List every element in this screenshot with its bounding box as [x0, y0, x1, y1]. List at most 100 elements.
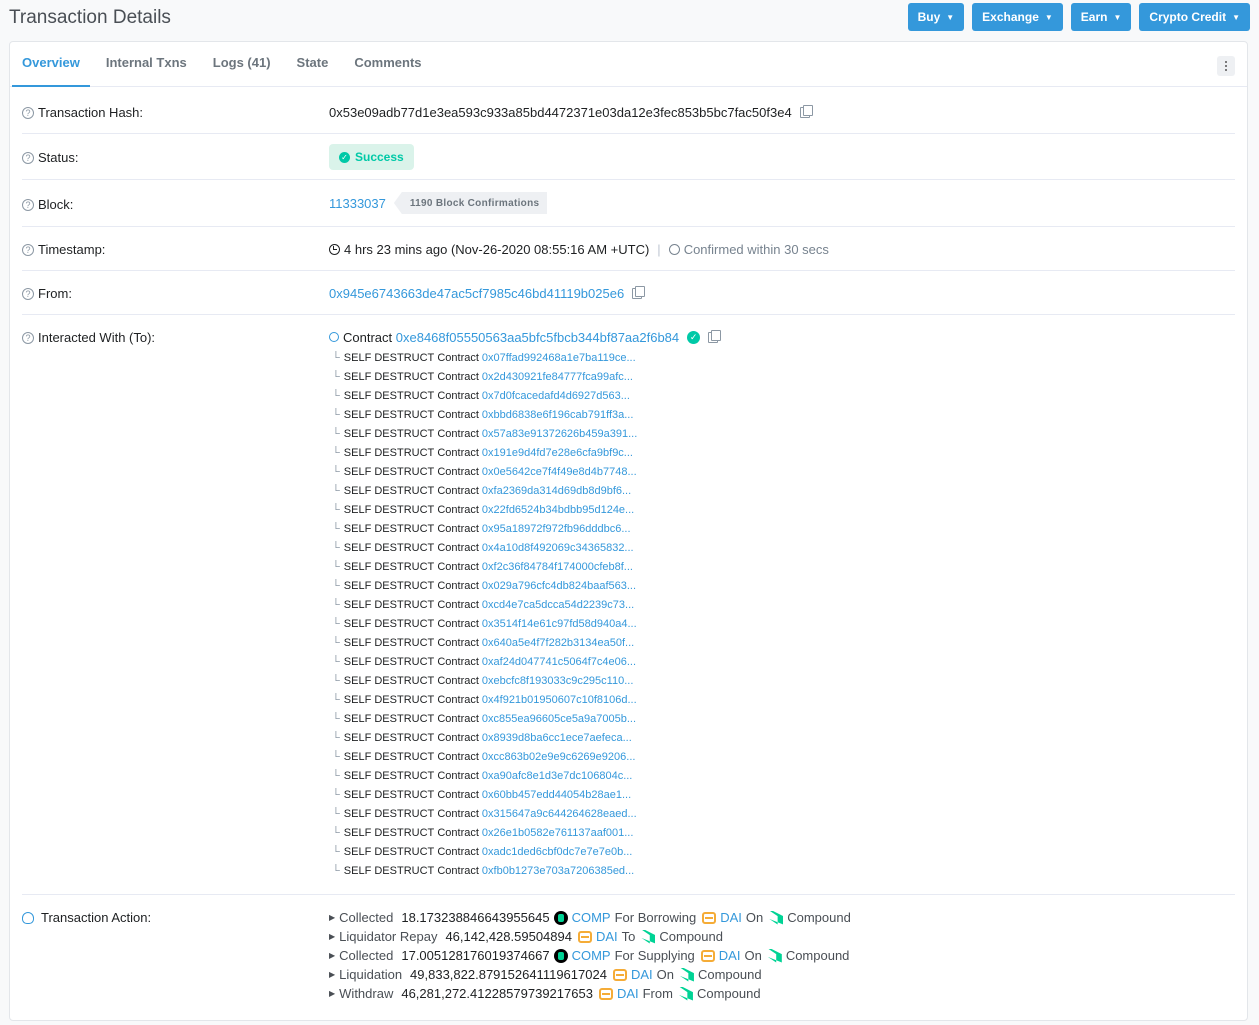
- contract-word: Contract: [437, 693, 479, 706]
- self-destruct-address-link[interactable]: 0x95a18972f972fb96dddbc6...: [482, 523, 631, 535]
- from-address-link[interactable]: 0x945e6743663de47ac5cf7985c46bd41119b025…: [329, 286, 624, 301]
- help-icon[interactable]: ?: [22, 106, 34, 119]
- block-confirmations-badge: 1190 Block Confirmations: [393, 192, 548, 214]
- help-icon[interactable]: ?: [22, 151, 34, 164]
- tree-branch-icon: └: [332, 712, 340, 725]
- tree-branch-icon: └: [332, 674, 340, 687]
- token-link[interactable]: DAI: [617, 986, 639, 1001]
- self-destruct-address-link[interactable]: 0xc855ea96605ce5a9a7005b...: [482, 713, 636, 725]
- help-icon[interactable]: ?: [22, 287, 34, 300]
- tree-branch-icon: └: [332, 864, 340, 877]
- contract-word: Contract: [437, 408, 479, 421]
- self-destruct-label: SELF DESTRUCT: [343, 769, 435, 782]
- self-destruct-item: └ SELF DESTRUCT Contract 0xaf24d047741c506…: [329, 652, 718, 671]
- token-link[interactable]: COMP: [572, 948, 611, 963]
- copy-icon[interactable]: [632, 286, 646, 299]
- self-destruct-address-link[interactable]: 0xcc863b02e9e9c6269e9206...: [482, 751, 636, 763]
- self-destruct-address-link[interactable]: 0xbbd6838e6f196cab791ff3a...: [482, 409, 634, 421]
- help-icon[interactable]: ?: [22, 198, 34, 211]
- contract-address-link[interactable]: 0xe8468f05550563aa5bfc5fbcb344bf87aa2f6b…: [396, 330, 679, 345]
- self-destruct-address-link[interactable]: 0x60bb457edd44054b28ae1...: [482, 789, 631, 801]
- help-icon[interactable]: ?: [22, 243, 34, 256]
- tab-overview[interactable]: Overview: [12, 42, 90, 87]
- self-destruct-address-link[interactable]: 0xf2c36f84784f174000cfeb8f...: [482, 561, 633, 573]
- self-destruct-address-link[interactable]: 0x4a10d8f492069c34365832...: [482, 542, 634, 554]
- action-text: For Supplying: [614, 948, 695, 963]
- self-destruct-address-link[interactable]: 0x315647a9c644264628eaed...: [482, 808, 637, 820]
- self-destruct-item: └ SELF DESTRUCT Contract 0x191e9d4fd7e28e6…: [329, 443, 718, 462]
- action-text: For Borrowing: [614, 910, 697, 925]
- copy-icon[interactable]: [799, 105, 813, 118]
- copy-icon[interactable]: [708, 329, 722, 343]
- exchange-button[interactable]: Exchange ▼: [972, 3, 1063, 31]
- tab-logs[interactable]: Logs (41): [203, 42, 281, 87]
- tab-comments[interactable]: Comments: [344, 42, 431, 87]
- self-destruct-address-link[interactable]: 0x029a796cfc4db824baaf563...: [482, 580, 636, 592]
- status-text: Success: [355, 150, 404, 164]
- self-destruct-address-link[interactable]: 0x26e1b0582e761137aaf001...: [482, 827, 634, 839]
- self-destruct-label: SELF DESTRUCT: [343, 750, 435, 763]
- self-destruct-address-link[interactable]: 0x8939d8ba6cc1ece7aefeca...: [482, 732, 632, 744]
- self-destruct-item: └ SELF DESTRUCT Contract 0xebcfc8f193033c9…: [329, 671, 718, 690]
- tab-state[interactable]: State: [287, 42, 339, 87]
- self-destruct-item: └ SELF DESTRUCT Contract 0xa90afc8e1d3e7dc…: [329, 766, 718, 785]
- self-destruct-label: SELF DESTRUCT: [343, 541, 435, 554]
- self-destruct-address-link[interactable]: 0xa90afc8e1d3e7dc106804c...: [482, 770, 632, 782]
- self-destruct-address-link[interactable]: 0x22fd6524b34bdbb95d124e...: [482, 504, 634, 516]
- self-destruct-address-link[interactable]: 0x57a83e91372626b459a391...: [482, 428, 637, 440]
- action-text: Compound: [785, 948, 850, 963]
- help-icon[interactable]: ?: [22, 331, 34, 344]
- confirmed-within: Confirmed within 30 secs: [683, 242, 829, 257]
- self-destruct-address-link[interactable]: 0xebcfc8f193033c9c295c110...: [482, 675, 633, 687]
- timer-icon: [668, 244, 680, 255]
- timestamp-value-wrap: 4 hrs 23 mins ago (Nov-26-2020 08:55:16 …: [329, 242, 829, 257]
- self-destruct-item: └ SELF DESTRUCT Contract 0xc855ea96605ce5a…: [329, 709, 718, 728]
- status-row: ? Status: ✓ Success: [22, 134, 1235, 180]
- self-destruct-address-link[interactable]: 0x191e9d4fd7e28e6cfa9bf9c...: [482, 447, 633, 459]
- tree-branch-icon: └: [332, 351, 340, 364]
- self-destruct-address-link[interactable]: 0x7d0fcacedafd4d6927d563...: [482, 390, 630, 402]
- more-options-icon[interactable]: [1217, 56, 1235, 76]
- crypto-credit-button[interactable]: Crypto Credit ▼: [1139, 3, 1250, 31]
- self-destruct-label: SELF DESTRUCT: [343, 788, 435, 801]
- comp-icon: [553, 948, 568, 963]
- tab-internal-txns[interactable]: Internal Txns: [96, 42, 197, 87]
- token-link[interactable]: DAI: [720, 910, 742, 925]
- contract-tree: Contract 0xe8468f05550563aa5bfc5fbcb344b…: [329, 328, 722, 880]
- token-link[interactable]: COMP: [572, 910, 611, 925]
- self-destruct-address-link[interactable]: 0x07ffad992468a1e7ba119ce...: [482, 352, 636, 364]
- contract-word: Contract: [437, 541, 479, 554]
- self-destruct-address-link[interactable]: 0x3514f14e61c97fd58d940a4...: [482, 618, 637, 630]
- contract-word: Contract: [437, 503, 479, 516]
- caret-right-icon: ▶: [329, 951, 336, 960]
- tree-branch-icon: └: [332, 389, 340, 402]
- tree-branch-icon: └: [332, 503, 340, 516]
- self-destruct-address-link[interactable]: 0x0e5642ce7f4f49e8d4b7748...: [482, 466, 637, 478]
- self-destruct-address-link[interactable]: 0x640a5e4f7f282b3134ea50f...: [482, 637, 634, 649]
- self-destruct-label: SELF DESTRUCT: [343, 408, 435, 421]
- earn-button[interactable]: Earn ▼: [1070, 3, 1132, 31]
- action-amount: 46,142,428.59504894: [445, 929, 572, 944]
- block-number-link[interactable]: 11333037: [329, 196, 386, 211]
- token-link[interactable]: DAI: [719, 948, 741, 963]
- self-destruct-item: └ SELF DESTRUCT Contract 0x4f921b01950607c…: [329, 690, 718, 709]
- self-destruct-item: └ SELF DESTRUCT Contract 0x22fd6524b34bdbb…: [329, 500, 718, 519]
- separator: |: [657, 242, 661, 257]
- self-destruct-label: SELF DESTRUCT: [343, 465, 435, 478]
- token-link[interactable]: DAI: [631, 967, 653, 982]
- self-destruct-address-link[interactable]: 0xaf24d047741c5064f7c4e06...: [482, 656, 636, 668]
- self-destruct-address-link[interactable]: 0xfb0b1273e703a7206385ed...: [482, 865, 634, 877]
- tx-hash-label-wrap: ? Transaction Hash:: [22, 105, 143, 120]
- buy-button[interactable]: Buy ▼: [907, 3, 965, 31]
- self-destruct-address-link[interactable]: 0x4f921b01950607c10f8106d...: [482, 694, 637, 706]
- token-link[interactable]: DAI: [596, 929, 618, 944]
- self-destruct-address-link[interactable]: 0xadc1ded6cbf0dc7e7e7e0b...: [482, 846, 632, 858]
- self-destruct-address-link[interactable]: 0xfa2369da314d69db8d9bf6...: [482, 485, 631, 497]
- lightbulb-icon: [22, 911, 34, 924]
- action-amount: 46,281,272.41228579739217653: [401, 986, 593, 1001]
- dai-icon: [598, 987, 613, 1000]
- self-destruct-address-link[interactable]: 0x2d430921fe84777fca99afc...: [482, 371, 633, 383]
- self-destruct-address-link[interactable]: 0xcd4e7ca5dcca54d2239c73...: [482, 599, 634, 611]
- action-line: ▶ Liquidator Repay 46,142,428.59504894 DAI T…: [329, 927, 855, 946]
- self-destruct-label: SELF DESTRUCT: [343, 674, 435, 687]
